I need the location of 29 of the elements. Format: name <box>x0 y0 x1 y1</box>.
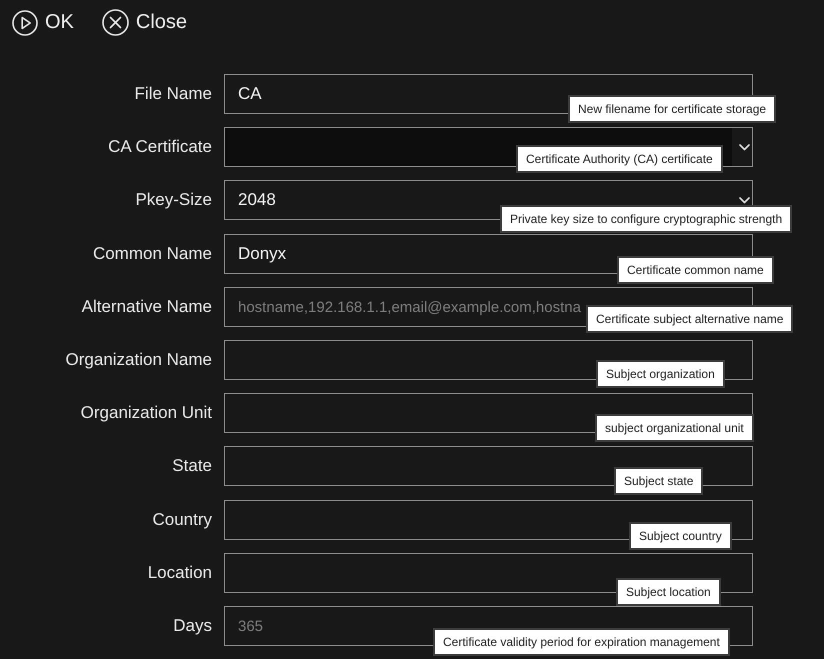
field-label: Common Name <box>92 244 212 264</box>
tooltip: subject organizational unit <box>595 414 754 442</box>
field-label: CA Certificate <box>108 137 212 158</box>
tooltip: Subject organization <box>596 360 725 388</box>
close-circle-icon <box>102 9 129 36</box>
ok-button[interactable]: OK <box>12 9 74 36</box>
play-circle-icon <box>12 10 38 36</box>
tooltip: Private key size to configure cryptographic strength <box>500 205 792 234</box>
field-label: Alternative Name <box>82 296 212 317</box>
field-label: Location <box>148 562 212 583</box>
chevron-down-icon <box>739 144 750 151</box>
field-label: Pkey-Size <box>135 190 212 210</box>
tooltip: New filename for certificate storage <box>568 95 776 123</box>
tooltip: Subject state <box>614 467 704 496</box>
field-label: Organization Name <box>66 350 212 370</box>
tooltip: Subject country <box>629 522 732 550</box>
chevron-down-icon <box>739 196 750 204</box>
field-label: Organization Unit <box>80 403 212 424</box>
close-button[interactable]: Close <box>102 9 188 36</box>
field-label: Days <box>173 616 212 636</box>
tooltip: Certificate subject alternative name <box>586 304 794 333</box>
field-label: File Name <box>134 84 212 104</box>
input-field[interactable] <box>224 446 753 486</box>
tooltip: Certificate Authority (CA) certificate <box>516 145 723 174</box>
tooltip: Subject location <box>616 578 721 606</box>
tooltip: Certificate validity period for expiration management <box>433 628 730 656</box>
tooltip: Certificate common name <box>617 256 774 284</box>
field-label: State <box>172 456 212 476</box>
field-label: Country <box>152 510 212 530</box>
